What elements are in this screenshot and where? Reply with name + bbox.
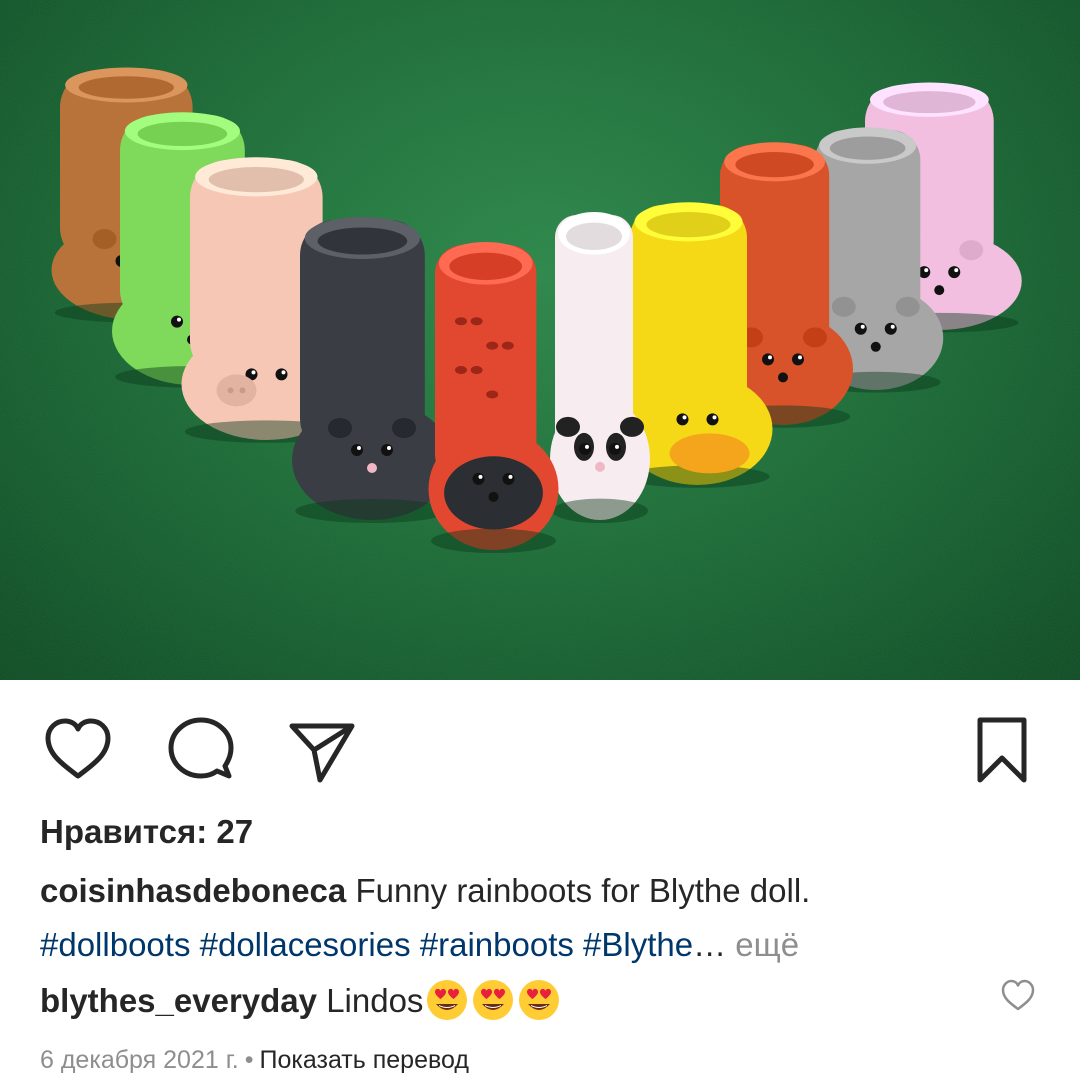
post-caption: coisinhasdeboneca Funny rainboots for Bl… <box>40 864 1040 972</box>
mouse-boot <box>292 217 452 523</box>
more-link[interactable]: ещё <box>735 926 799 963</box>
small-heart-outline-icon[interactable] <box>1000 978 1036 1014</box>
paper-plane-icon[interactable] <box>286 714 358 786</box>
ladybug-boot <box>428 241 559 554</box>
comment-username[interactable]: blythes_everyday <box>40 982 317 1019</box>
heart-outline-icon[interactable] <box>42 714 114 786</box>
rainboots-illustration <box>51 67 1022 554</box>
speech-bubble-icon[interactable] <box>165 714 237 786</box>
likes-count[interactable]: Нравится: 27 <box>40 812 253 852</box>
post-image[interactable] <box>0 0 1080 680</box>
post-date: 6 декабря 2021 г. <box>40 1046 239 1074</box>
caption-text: Funny rainboots for Blythe doll. <box>355 872 811 909</box>
meta-separator: • <box>244 1046 254 1074</box>
comment-emojis <box>423 980 561 1020</box>
comment-text: Lindos <box>326 982 424 1019</box>
action-bar <box>0 700 1080 800</box>
hashtag-link[interactable]: #Blythe <box>583 926 693 963</box>
caption-username[interactable]: coisinhasdeboneca <box>40 872 346 909</box>
heart-eyes-emoji <box>427 980 468 1020</box>
post-meta: 6 декабря 2021 г. • Показать перевод <box>40 1040 469 1080</box>
comment-row: blythes_everyday Lindos <box>40 974 1000 1028</box>
hashtag-link[interactable]: #dollboots <box>40 926 190 963</box>
hashtag-link[interactable]: #dollacesories <box>200 926 411 963</box>
caption-ellipsis: … <box>693 926 727 963</box>
hashtag-link[interactable]: #rainboots <box>420 926 574 963</box>
bookmark-icon[interactable] <box>966 714 1038 786</box>
heart-eyes-emoji <box>519 980 560 1020</box>
heart-eyes-emoji <box>473 980 514 1020</box>
show-translation-link[interactable]: Показать перевод <box>260 1046 469 1074</box>
